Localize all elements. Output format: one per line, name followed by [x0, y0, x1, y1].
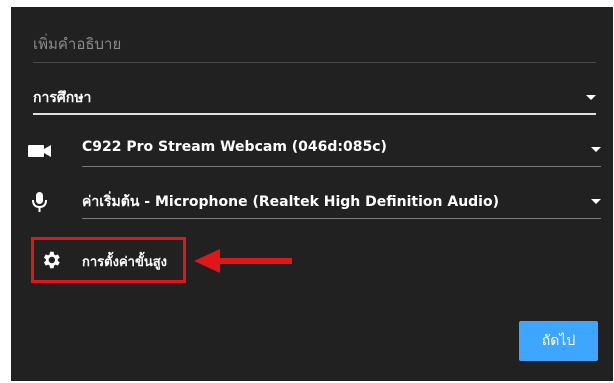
chevron-down-icon	[591, 147, 601, 152]
camera-select[interactable]: C922 Pro Stream Webcam (046d:085c)	[27, 133, 601, 167]
chevron-down-icon	[586, 95, 596, 100]
description-input[interactable]	[33, 29, 596, 59]
category-select[interactable]: การศึกษา	[33, 81, 596, 115]
microphone-icon	[32, 192, 47, 212]
advanced-settings-button[interactable]: การตั้งค่าขั้นสูง	[31, 237, 186, 283]
stream-setup-dialog: การศึกษา C922 Pro Stream Webcam (046d:08…	[11, 7, 613, 381]
gear-icon	[43, 251, 60, 269]
microphone-select[interactable]: ค่าเริ่มต้น - Microphone (Realtek High D…	[27, 185, 601, 219]
description-field[interactable]	[33, 25, 596, 63]
category-underline	[33, 113, 596, 115]
camera-underline	[82, 166, 601, 167]
advanced-settings-label: การตั้งค่าขั้นสูง	[82, 255, 167, 270]
microphone-underline	[82, 218, 601, 219]
camera-icon	[28, 145, 51, 157]
chevron-down-icon	[591, 199, 601, 204]
red-arrow-annotation	[194, 249, 292, 273]
next-button[interactable]: ถัดไป	[519, 321, 598, 361]
microphone-value: ค่าเริ่มต้น - Microphone (Realtek High D…	[82, 194, 499, 210]
category-value: การศึกษา	[33, 90, 92, 106]
camera-value: C922 Pro Stream Webcam (046d:085c)	[82, 139, 387, 155]
